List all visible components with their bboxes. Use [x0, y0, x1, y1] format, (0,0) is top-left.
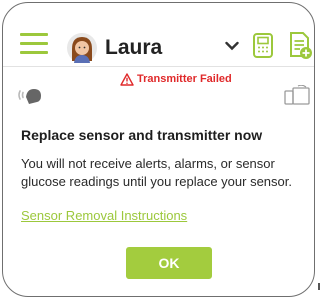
app-frame: Laura Transmitter Failed Replace sensor …: [2, 2, 315, 297]
chevron-down-icon[interactable]: [225, 41, 239, 51]
add-log-icon[interactable]: [289, 32, 313, 60]
header-divider: [3, 66, 314, 67]
sensor-removal-link[interactable]: Sensor Removal Instructions: [21, 208, 187, 223]
frame-edge-mark: [318, 283, 320, 290]
alert-message: You will not receive alerts, alarms, or …: [21, 156, 292, 189]
ok-button[interactable]: OK: [126, 247, 212, 279]
sensor-signal-icon: [18, 89, 41, 104]
user-name[interactable]: Laura: [105, 36, 162, 60]
transmitter-device-icon[interactable]: [253, 33, 273, 58]
app-header: Laura: [3, 3, 314, 65]
alert-title: Replace sensor and transmitter now: [21, 127, 263, 143]
hamburger-menu-icon[interactable]: [20, 33, 48, 55]
user-avatar-icon[interactable]: [67, 33, 97, 63]
transmitter-status: Transmitter Failed: [137, 73, 232, 85]
phone-connection-icon: [284, 85, 310, 105]
warning-triangle-icon: [120, 73, 134, 86]
